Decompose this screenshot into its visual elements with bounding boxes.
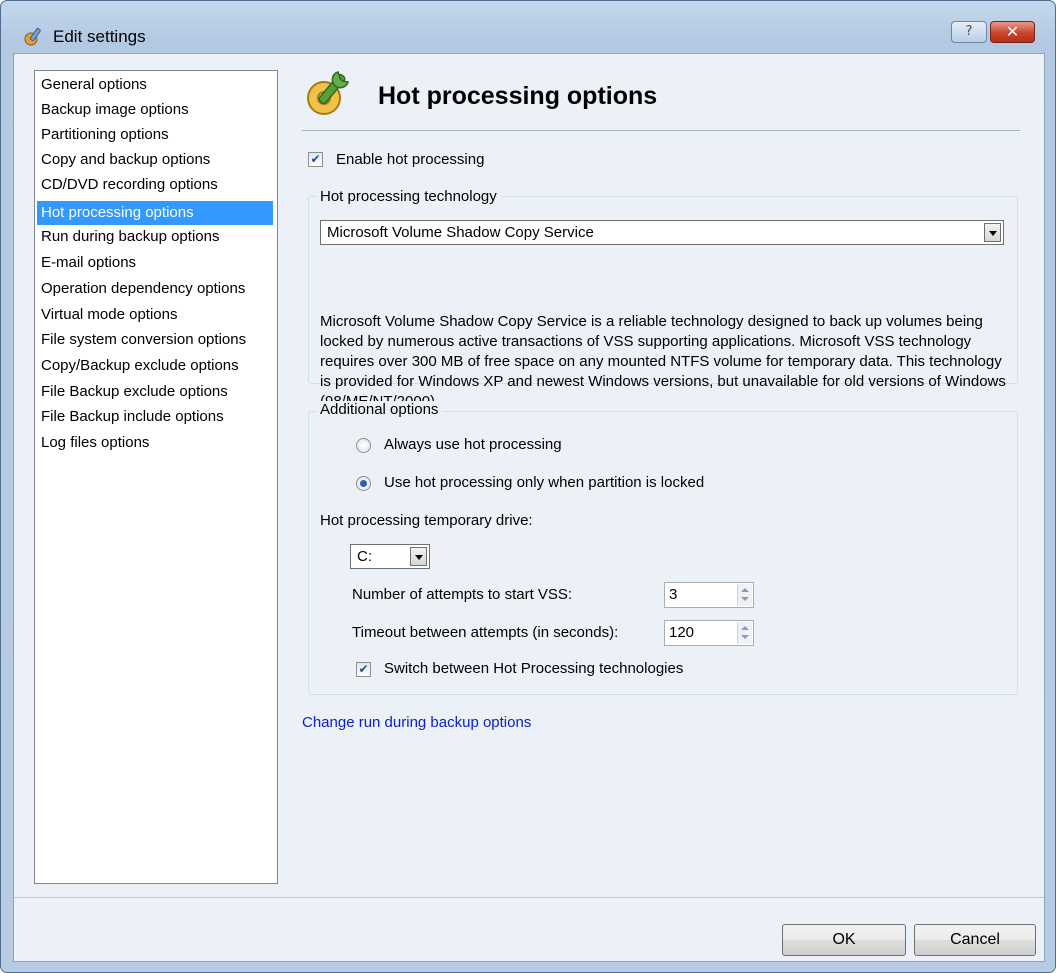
ok-button[interactable]: OK [782,924,906,956]
temp-drive-select[interactable]: C: [350,544,430,569]
sidebar-item-file-backup-include[interactable]: File Backup include options [37,405,273,429]
temp-drive-label: Hot processing temporary drive: [320,512,533,529]
change-run-during-backup-link[interactable]: Change run during backup options [302,714,531,731]
sidebar-item-fs-conversion[interactable]: File system conversion options [37,328,273,352]
wrench-gear-icon [307,71,349,115]
footer-divider [14,897,1044,898]
page-title: Hot processing options [378,82,658,110]
attempts-stepper[interactable]: 3 [664,582,754,608]
sidebar-item-log-files[interactable]: Log files options [37,431,273,455]
temp-drive-value: C: [357,548,372,565]
attempts-value: 3 [669,586,678,603]
dialog-body: General options Backup image options Par… [13,53,1045,962]
header-divider [302,130,1020,131]
sidebar-item-copy-exclude[interactable]: Copy/Backup exclude options [37,354,273,378]
timeout-value: 120 [669,624,695,641]
settings-category-list[interactable]: General options Backup image options Par… [34,70,278,884]
sidebar-item-hot-processing[interactable]: Hot processing options [37,201,273,225]
radio-always-hot-processing[interactable] [356,438,371,453]
timeout-stepper[interactable]: 120 [664,620,754,646]
settings-app-icon [24,28,41,46]
timeout-label: Timeout between attempts (in seconds): [352,624,619,641]
sidebar-item-general[interactable]: General options [37,73,273,97]
radio-always-label: Always use hot processing [384,436,562,453]
sidebar-item-email[interactable]: E-mail options [37,251,273,275]
window-title: Edit settings [53,27,146,46]
radio-locked-only[interactable] [356,476,371,491]
cancel-button[interactable]: Cancel [914,924,1036,956]
enable-hot-processing-checkbox[interactable]: ✔ [308,152,323,167]
chevron-down-icon[interactable] [984,223,1001,242]
technology-select-value: Microsoft Volume Shadow Copy Service [327,224,594,241]
edit-settings-window: Edit settings ? ✕ General options Backup… [0,0,1056,973]
sidebar-item-virtual-mode[interactable]: Virtual mode options [37,303,273,327]
spin-arrows-icon[interactable] [737,622,752,644]
additional-options-group-label: Additional options [316,401,443,418]
technology-description: Microsoft Volume Shadow Copy Service is … [320,313,1006,410]
technology-group-label: Hot processing technology [316,188,501,205]
sidebar-item-backup-image[interactable]: Backup image options [37,98,273,122]
technology-select[interactable]: Microsoft Volume Shadow Copy Service [320,220,1004,245]
switch-technologies-checkbox[interactable]: ✔ [356,662,371,677]
enable-hot-processing-label: Enable hot processing [336,151,485,168]
sidebar-item-copy-backup[interactable]: Copy and backup options [37,148,273,172]
close-button[interactable]: ✕ [990,21,1035,43]
sidebar-item-partitioning[interactable]: Partitioning options [37,123,273,147]
radio-locked-label: Use hot processing only when partition i… [384,474,705,491]
switch-technologies-label: Switch between Hot Processing technologi… [384,660,684,677]
spin-arrows-icon[interactable] [737,584,752,606]
sidebar-item-run-during-backup[interactable]: Run during backup options [37,225,273,249]
attempts-label: Number of attempts to start VSS: [352,586,573,603]
sidebar-item-file-backup-exclude[interactable]: File Backup exclude options [37,380,273,404]
help-button[interactable]: ? [951,21,987,43]
sidebar-item-cd-dvd[interactable]: CD/DVD recording options [37,173,273,197]
chevron-down-icon[interactable] [410,547,427,566]
sidebar-item-operation-dependency[interactable]: Operation dependency options [37,277,273,301]
